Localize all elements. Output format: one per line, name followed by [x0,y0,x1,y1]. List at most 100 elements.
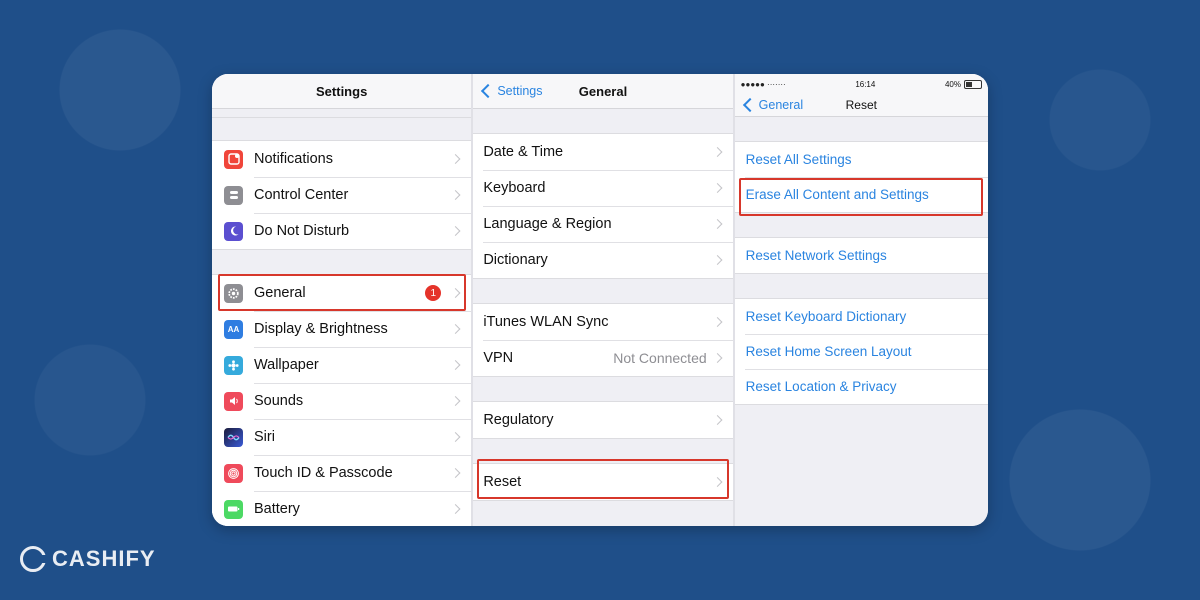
reset-home-screen-layout-button[interactable]: Reset Home Screen Layout [734,334,988,369]
list-item-label: iTunes WLAN Sync [483,314,609,330]
chevron-left-icon [481,83,496,99]
list-item-label: Language & Region [483,216,612,232]
general-group-4: Reset [473,463,733,501]
brand-name: CASHIFY [52,546,156,571]
sidebar-item-wallpaper[interactable]: Wallpaper [212,347,472,383]
reset-group-2: Reset Network Settings [734,237,988,274]
reset-all-settings-button[interactable]: Reset All Settings [734,142,988,177]
chevron-right-icon [712,255,723,265]
erase-all-content-button[interactable]: Erase All Content and Settings [734,177,988,212]
list-item-regulatory[interactable]: Regulatory [473,402,733,438]
reset-option-label: Reset Location & Privacy [745,379,897,394]
settings-title: Settings [316,83,368,99]
chevron-right-icon [450,432,461,442]
settings-group-1: Notifications Control Center Do Not Dist… [212,140,472,250]
chevron-right-icon [450,190,461,200]
reset-group-3: Reset Keyboard Dictionary Reset Home Scr… [734,298,988,405]
sidebar-item-notifications[interactable]: Notifications [212,141,472,177]
reset-keyboard-dictionary-button[interactable]: Reset Keyboard Dictionary [734,299,988,334]
back-label: General [758,98,804,112]
list-item-dictionary[interactable]: Dictionary [473,242,733,278]
reset-network-settings-button[interactable]: Reset Network Settings [734,238,988,273]
list-item-label: VPN [483,350,514,366]
general-navbar: Settings General [473,74,733,109]
sidebar-item-touch-id-passcode[interactable]: Touch ID & Passcode [212,455,472,491]
general-group-2: iTunes WLAN Sync VPN Not Connected [473,303,733,377]
back-button[interactable]: Settings [481,74,543,108]
sidebar-item-sounds[interactable]: Sounds [212,383,472,419]
general-panel: Settings General Date & Time Keyboard La… [471,74,733,526]
chevron-right-icon [450,360,461,370]
list-item-keyboard[interactable]: Keyboard [473,170,733,206]
list-item-date-time[interactable]: Date & Time [473,134,733,170]
sidebar-item-label: Display & Brightness [254,321,388,337]
sidebar-item-label: Notifications [254,151,333,167]
general-title: General [578,83,628,99]
sidebar-item-battery[interactable]: Battery [212,491,472,526]
chevron-right-icon [450,288,461,298]
moon-icon [224,221,243,241]
list-item-language-region[interactable]: Language & Region [473,206,733,242]
chevron-right-icon [712,147,723,157]
fingerprint-icon [224,463,243,483]
wallpaper-icon [224,355,243,375]
control-center-icon [224,185,243,205]
sidebar-item-label: Wallpaper [254,357,319,373]
reset-option-label: Reset Keyboard Dictionary [745,309,907,324]
reset-option-label: Reset Home Screen Layout [745,344,912,359]
chevron-right-icon [450,504,461,514]
sidebar-item-siri[interactable]: Siri [212,419,472,455]
status-bar: ●●●●● ······· 16:14 40% [734,74,988,94]
sidebar-item-label: Do Not Disturb [254,223,350,239]
back-label: Settings [497,84,543,98]
sidebar-item-control-center[interactable]: Control Center [212,177,472,213]
reset-location-privacy-button[interactable]: Reset Location & Privacy [734,369,988,404]
reset-option-label: Reset Network Settings [745,248,887,263]
sidebar-item-display-brightness[interactable]: AA Display & Brightness [212,311,472,347]
settings-group-2: General 1 AA Display & Brightness Wallpa… [212,274,472,526]
chevron-right-icon [712,183,723,193]
general-group-1: Date & Time Keyboard Language & Region D… [473,133,733,279]
vpn-status: Not Connected [613,350,707,366]
list-item-vpn[interactable]: VPN Not Connected [473,340,733,376]
status-time: 16:14 [855,79,876,89]
settings-navbar: Settings [212,74,472,109]
reset-option-label: Reset All Settings [745,152,852,167]
chevron-right-icon [450,324,461,334]
battery-icon [224,499,243,519]
battery-percent: 40% [944,79,961,89]
sidebar-item-label: Battery [254,501,300,517]
reset-group-1: Reset All Settings Erase All Content and… [734,141,988,213]
sidebar-item-label: General [254,285,306,301]
speaker-icon [224,391,243,411]
general-group-3: Regulatory [473,401,733,439]
sidebar-item-label: Control Center [254,187,349,203]
sidebar-item-do-not-disturb[interactable]: Do Not Disturb [212,213,472,249]
list-item-label: Keyboard [483,180,546,196]
reset-navbar: General Reset [734,94,988,117]
chevron-right-icon [712,477,723,487]
list-item-label: Regulatory [483,412,554,428]
sidebar-item-label: Sounds [254,393,304,409]
screenshot-card: Settings Notifications Control Center Do… [212,74,988,526]
list-item-itunes-wlan-sync[interactable]: iTunes WLAN Sync [473,304,733,340]
gear-icon [224,283,243,303]
chevron-right-icon [712,415,723,425]
sidebar-item-label: Siri [254,429,275,445]
chevron-left-icon [742,97,757,113]
list-item-label: Reset [483,474,522,490]
back-button[interactable]: General [742,94,804,116]
list-item-reset[interactable]: Reset [473,464,733,500]
status-battery-icon [963,79,982,89]
display-icon: AA [224,319,243,339]
carrier-signal: ●●●●● ······· [740,79,786,89]
list-item-label: Dictionary [483,252,548,268]
chevron-right-icon [450,396,461,406]
notification-badge: 1 [425,285,442,301]
reset-option-label: Erase All Content and Settings [745,187,929,202]
settings-panel: Settings Notifications Control Center Do… [212,74,472,526]
chevron-right-icon [450,154,461,164]
sidebar-item-general[interactable]: General 1 [212,275,472,311]
notifications-icon [224,149,243,169]
chevron-right-icon [712,317,723,327]
